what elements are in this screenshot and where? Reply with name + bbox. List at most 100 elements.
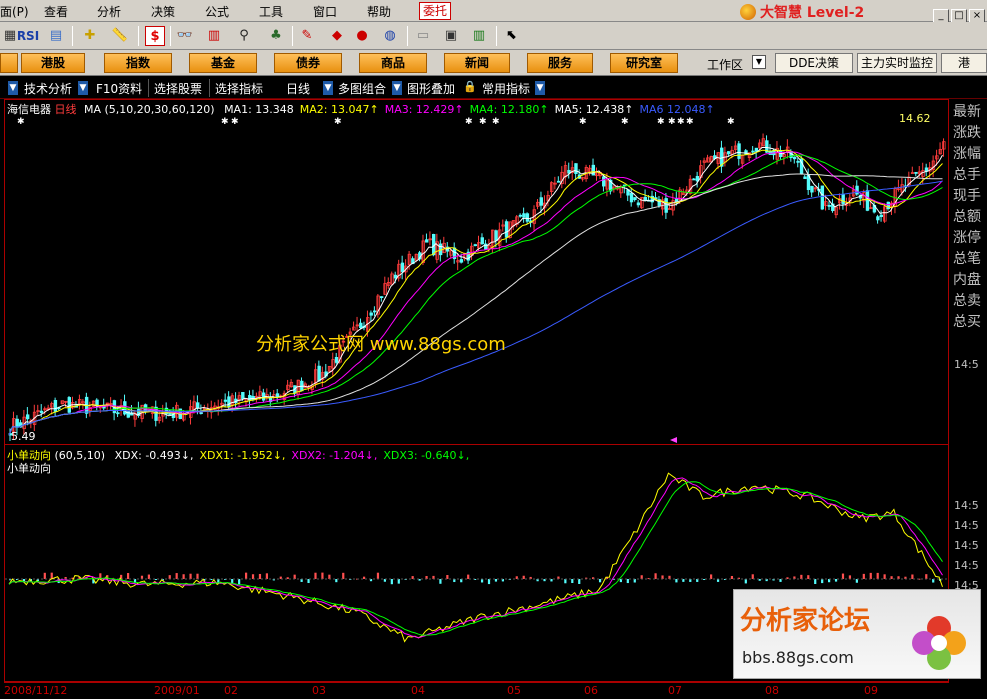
search-icon[interactable]: ◍ (380, 26, 400, 46)
tab-separator (209, 79, 210, 97)
workspace-label[interactable]: 工作区 (707, 56, 743, 73)
tab-select-indicator[interactable]: 选择指标 (215, 80, 263, 97)
tab-multi-chart[interactable]: 多图组合 (338, 80, 386, 97)
indicator-bar (730, 575, 734, 579)
delegate-button[interactable]: 委托 (419, 2, 451, 20)
indicator-bar (494, 579, 498, 582)
indicator-value-3: XDX2: -1.204↓, (291, 449, 378, 462)
candle-body (227, 396, 231, 408)
watermark-text: 分析家公式网 www.88gs.com (256, 334, 506, 355)
candle-body (334, 357, 339, 363)
quote-field-label: 总额 (953, 209, 981, 225)
candle-body (539, 197, 543, 206)
indicator-bar (800, 574, 803, 579)
ruler-icon[interactable]: 📏 (110, 26, 130, 46)
kline-chart-panel[interactable]: ✱ ✱ ✱ ✱ ✱ ✱ ✱ ✱ ✱ ✱ ✱ ✱ ✱ ✱ 海信电器 日线 MA (5,10,20,30,60… (4, 99, 949, 445)
main-force-monitor-button[interactable]: 主力实时监控 (857, 53, 937, 73)
candle-body (393, 274, 398, 279)
menu-window[interactable]: 窗口 (313, 3, 337, 20)
brand-logo: 大智慧 Level-2 (740, 2, 930, 21)
tab-select-stock[interactable]: 选择股票 (154, 80, 202, 97)
candle-body (241, 391, 245, 400)
toolbar-separator (170, 26, 171, 46)
candle-body (67, 397, 71, 413)
nav-services[interactable]: 服务 (527, 53, 593, 73)
menu-help[interactable]: 帮助 (367, 3, 391, 20)
binoculars-icon[interactable]: ⚲ (234, 26, 254, 46)
indicator-bar (911, 574, 914, 579)
date-tick-label: 2009/01 (154, 684, 200, 697)
tab-dropdown-icon[interactable]: ▼ (323, 81, 333, 95)
candle-body (480, 237, 484, 245)
tab-dropdown-icon[interactable]: ▼ (535, 81, 545, 95)
candle-body (692, 178, 696, 181)
tab-technical-analysis[interactable]: 技术分析 (24, 80, 72, 97)
tree-icon[interactable]: ♣ (266, 26, 286, 46)
menu-decision[interactable]: 决策 (151, 3, 175, 20)
rsi-icon[interactable]: RSI (16, 26, 40, 46)
nav-hk-stocks[interactable]: 港股 (21, 53, 85, 73)
indicator-bar (821, 579, 824, 584)
nav-fund[interactable]: 基金 (189, 53, 257, 73)
dollar-icon[interactable]: $ (145, 26, 165, 46)
tab-dropdown-icon[interactable]: ▼ (392, 81, 402, 95)
tab-dropdown-icon[interactable]: ▼ (8, 81, 18, 95)
candle-body (879, 214, 884, 217)
indicator-bar (397, 579, 400, 584)
signal-marker-icon: ✱ (231, 117, 239, 127)
menu-tools[interactable]: 工具 (259, 3, 283, 20)
nav-news[interactable]: 新闻 (444, 53, 510, 73)
circle-icon[interactable]: ● (352, 26, 372, 46)
candle-body (737, 143, 741, 159)
tab-dropdown-icon[interactable]: ▼ (78, 81, 88, 95)
quote-field-label: 涨幅 (953, 146, 981, 162)
ma-line-60 (8, 173, 943, 436)
quote-field-label: 最新 (953, 104, 981, 120)
tab-f10[interactable]: F10资料 (96, 80, 142, 97)
dde-decision-button[interactable]: DDE决策 (775, 53, 853, 73)
menu-view[interactable]: 查看 (44, 3, 68, 20)
menu-analysis[interactable]: 分析 (97, 3, 121, 20)
kline-chart-canvas[interactable]: ✱ ✱ ✱ ✱ ✱ ✱ ✱ ✱ ✱ ✱ ✱ ✱ ✱ ✱ (5, 100, 950, 446)
candle-body (751, 150, 755, 153)
candle-body (726, 151, 731, 155)
bars-icon[interactable]: ▥ (204, 26, 224, 46)
notepad-icon[interactable]: ▭ (413, 26, 433, 46)
workspace-dropdown-icon[interactable]: ▼ (752, 55, 766, 69)
nav-blank-button[interactable] (0, 53, 18, 73)
indicator-bar (467, 574, 470, 579)
glasses-icon[interactable]: 👓 (175, 26, 195, 46)
candle-body (195, 402, 200, 409)
indicator-bar (932, 579, 935, 583)
nav-bonds[interactable]: 债券 (274, 53, 342, 73)
tab-daily[interactable]: 日线 (286, 80, 310, 97)
crosshair-icon[interactable]: ✚ (80, 26, 100, 46)
nav-index[interactable]: 指数 (104, 53, 172, 73)
signal-marker-icon: ✱ (492, 117, 500, 127)
indicator-bar (578, 579, 581, 584)
menu-page[interactable]: 面(P) (0, 3, 29, 20)
indicator-bar (43, 572, 46, 579)
indicator-bar (654, 573, 657, 579)
candle-body (473, 244, 478, 247)
table-icon[interactable]: ▤ (46, 26, 66, 46)
indicator-bar (807, 575, 810, 579)
tab-overlay[interactable]: 图形叠加 (407, 80, 455, 97)
signal-marker-icon: ✱ (17, 117, 25, 127)
pen-icon[interactable]: ✎ (297, 26, 317, 46)
tab-common-indicators[interactable]: 常用指标 (482, 80, 530, 97)
window-icon[interactable]: ▣ (441, 26, 461, 46)
menu-formula[interactable]: 公式 (205, 3, 229, 20)
cursor-marker-icon (670, 437, 677, 443)
indicator-bar (390, 579, 393, 585)
candle-body (574, 163, 578, 175)
diamond-icon[interactable]: ◆ (327, 26, 347, 46)
nav-research[interactable]: 研究室 (610, 53, 678, 73)
nav-commodities[interactable]: 商品 (359, 53, 427, 73)
indicator-bar (446, 574, 449, 579)
lock-icon[interactable]: 🔒 (463, 80, 477, 93)
books-icon[interactable]: ▥ (469, 26, 489, 46)
help-cursor-icon[interactable]: ⬉ (502, 26, 522, 46)
hk-button[interactable]: 港 (941, 53, 987, 73)
indicator-bar (307, 579, 310, 584)
